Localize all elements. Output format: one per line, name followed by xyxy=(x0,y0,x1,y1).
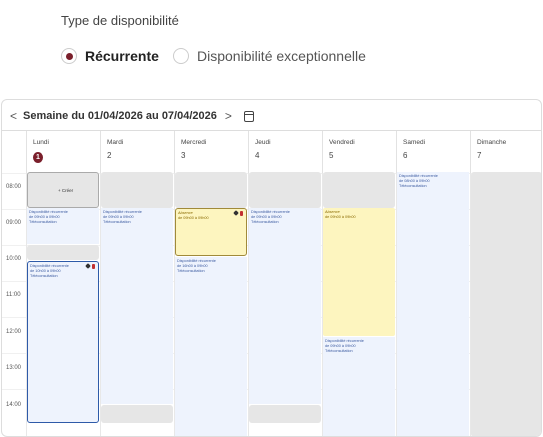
day-number: 5 xyxy=(329,151,334,160)
hour-label: 09:00 xyxy=(6,220,22,226)
week-calendar: < Semaine du 01/04/2026 au 07/04/2026 > … xyxy=(1,99,542,437)
day-name: Lundi xyxy=(33,139,49,146)
hour-label: 11:00 xyxy=(6,292,21,298)
calendar-icon[interactable] xyxy=(243,110,254,122)
create-slot[interactable]: + Créer xyxy=(27,172,99,208)
day-name: Samedi xyxy=(403,139,426,146)
day-header-thu: Jeudi 4 xyxy=(248,131,322,173)
event-recurrent[interactable]: Disponibilité récurrente de 09h00 à 09h0… xyxy=(249,208,321,404)
unavailable-slot xyxy=(175,172,247,208)
event-recurrent-selected[interactable]: Disponibilité récurrente de 10h00 à 09h0… xyxy=(27,261,99,423)
hour-label: 08:00 xyxy=(6,184,22,190)
day-header-fri: Vendredi 5 xyxy=(322,131,396,173)
day-header-tue: Mardi 2 xyxy=(100,131,174,173)
day-number: 4 xyxy=(255,151,260,160)
unavailable-slot xyxy=(323,172,395,208)
unavailable-slot xyxy=(471,172,541,436)
day-name: Jeudi xyxy=(255,139,271,146)
day-number: 3 xyxy=(181,151,186,160)
day-header-wed: Mercredi 3 xyxy=(174,131,248,173)
hour-label: 14:00 xyxy=(6,402,22,408)
unavailable-slot xyxy=(249,172,321,208)
day-number: 2 xyxy=(107,151,112,160)
week-label: Semaine du 01/04/2026 au 07/04/2026 xyxy=(23,110,217,122)
hour-label: 13:00 xyxy=(6,365,22,371)
day-name: Dimanche xyxy=(477,139,507,146)
event-recurrent[interactable]: Disponibilité récurrente de 09h00 à 09h0… xyxy=(27,208,99,244)
availability-type-title: Type de disponibilité xyxy=(61,13,179,28)
event-text: Absence de 09h00 à 09h00 xyxy=(325,210,356,219)
radio-recurrent[interactable]: Récurrente xyxy=(61,48,159,64)
day-header-sat: Samedi 6 xyxy=(396,131,470,173)
event-absence[interactable]: Absence de 09h00 à 09h00 xyxy=(175,208,247,256)
day-number: 7 xyxy=(477,151,482,160)
radio-recurrent-label: Récurrente xyxy=(85,48,159,64)
event-text: Disponibilité récurrente de 10h00 à 09h0… xyxy=(30,264,69,278)
delete-icon[interactable] xyxy=(239,211,243,216)
day-header-sun: Dimanche 7 xyxy=(470,131,541,173)
unavailable-slot xyxy=(101,172,173,208)
event-text: Disponibilité récurrente de 09h00 à 09h0… xyxy=(251,210,290,224)
event-recurrent[interactable]: Disponibilité récurrente de 09h00 à 09h0… xyxy=(323,337,395,436)
event-recurrent[interactable]: Disponibilité récurrente de 08h00 à 09h0… xyxy=(397,172,469,436)
event-text: Disponibilité récurrente de 08h00 à 09h0… xyxy=(399,174,438,188)
event-text: Disponibilité récurrente de 09h00 à 09h0… xyxy=(325,339,364,353)
edit-icon[interactable] xyxy=(84,263,91,269)
day-name: Mardi xyxy=(107,139,124,146)
create-button[interactable]: + Créer xyxy=(58,188,73,193)
day-name: Vendredi xyxy=(329,139,355,146)
event-text: Absence de 09h00 à 09h00 xyxy=(178,211,209,220)
day-number-today: 1 xyxy=(33,152,43,163)
radio-exceptional[interactable]: Disponibilité exceptionnelle xyxy=(173,48,366,64)
day-number: 6 xyxy=(403,151,408,160)
unavailable-slot xyxy=(27,245,99,260)
radio-exceptional-indicator[interactable] xyxy=(173,48,189,64)
delete-icon[interactable] xyxy=(91,264,95,269)
radio-recurrent-indicator[interactable] xyxy=(61,48,77,64)
day-header-mon: Lundi 1 xyxy=(26,131,100,173)
hour-label: 12:00 xyxy=(6,329,22,335)
next-week-button[interactable]: > xyxy=(225,109,232,123)
event-absence[interactable]: Absence de 09h00 à 09h00 xyxy=(323,208,395,336)
event-text: Disponibilité récurrente de 09h00 à 09h0… xyxy=(29,210,68,224)
unavailable-slot xyxy=(249,405,321,423)
day-name: Mercredi xyxy=(181,139,207,146)
event-recurrent[interactable]: Disponibilité récurrente de 09h00 à 09h0… xyxy=(101,208,173,404)
event-text: Disponibilité récurrente de 16h00 à 09h0… xyxy=(177,259,216,273)
unavailable-slot xyxy=(101,405,173,423)
week-navigation: < Semaine du 01/04/2026 au 07/04/2026 > xyxy=(10,109,254,123)
hour-label: 10:00 xyxy=(6,256,22,262)
event-text: Disponibilité récurrente de 09h00 à 09h0… xyxy=(103,210,142,224)
prev-week-button[interactable]: < xyxy=(10,109,17,123)
event-recurrent[interactable]: Disponibilité récurrente de 16h00 à 09h0… xyxy=(175,257,247,436)
radio-exceptional-label: Disponibilité exceptionnelle xyxy=(197,48,366,64)
edit-icon[interactable] xyxy=(232,210,239,216)
